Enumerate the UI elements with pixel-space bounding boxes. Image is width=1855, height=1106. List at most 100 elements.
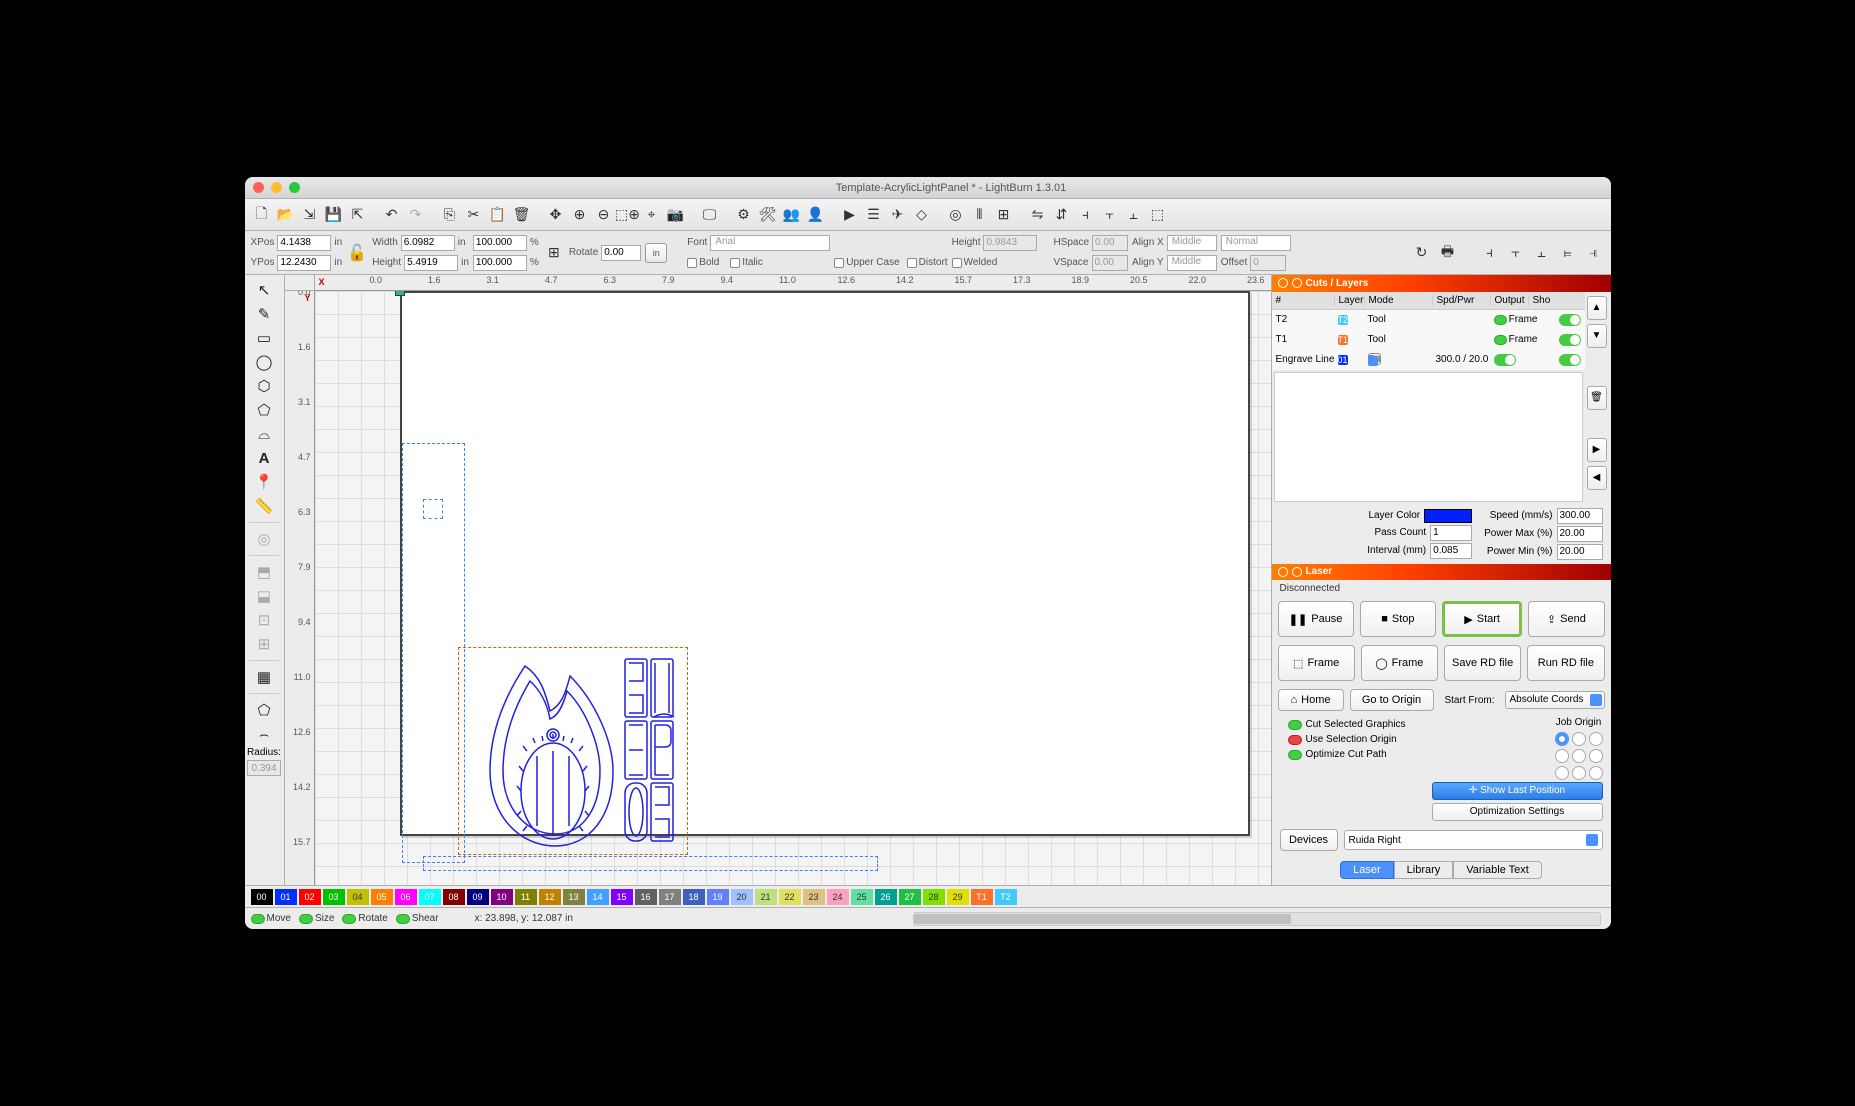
align-dist-icon[interactable]: ⫴ [969,204,991,226]
array-tool-icon[interactable]: ⊞ [250,633,278,655]
send-start-icon[interactable]: ▶ [839,204,861,226]
close-icon[interactable] [253,182,264,193]
save-icon[interactable]: 💾 [323,204,345,226]
anchor-grid-icon[interactable]: ⊞ [543,242,565,264]
palette-swatch[interactable]: T1 [971,889,993,905]
size-toggle[interactable] [299,914,313,924]
align-v-right-icon[interactable]: ⫠ [1531,242,1553,264]
canvas-area[interactable]: X0.01.63.14.76.37.99.411.012.614.215.717… [285,275,1271,885]
device-select[interactable]: Ruida Right [1344,830,1603,850]
boolean-tool-icon[interactable]: ⬓ [250,585,278,607]
bezier-tool-icon[interactable]: ⌓ [250,423,278,445]
palette-swatch[interactable]: 28 [923,889,945,905]
panel-close-icon[interactable] [1278,567,1288,577]
radius-tool2-icon[interactable]: ⌢ [250,723,278,745]
palette-swatch[interactable]: 20 [731,889,753,905]
camera-icon[interactable]: 📷 [665,204,687,226]
send-button[interactable]: ⇪Send [1528,601,1604,637]
horizontal-scrollbar[interactable] [913,912,1601,926]
power-max-input[interactable] [1557,526,1603,542]
delete-icon[interactable]: 🗑 [511,204,533,226]
monitor-icon[interactable]: 🖵 [699,204,721,226]
select-tool-icon[interactable]: ↖ [250,279,278,301]
zoom-in-icon[interactable]: ⊕ [569,204,591,226]
gear-icon[interactable]: ⚙ [733,204,755,226]
bold-checkbox[interactable] [687,258,697,268]
palette-swatch[interactable]: 25 [851,889,873,905]
move-tool-icon[interactable]: ✥ [545,204,567,226]
save-rd-button[interactable]: Save RD file [1444,645,1521,681]
palette-swatch[interactable]: 18 [683,889,705,905]
alignx-select[interactable]: Middle [1167,235,1217,251]
tab-library[interactable]: Library [1394,861,1454,879]
palette-swatch[interactable]: 05 [371,889,393,905]
layer-left-button[interactable]: ◀ [1587,466,1607,490]
rotate-toggle[interactable] [342,914,356,924]
open-icon[interactable]: 📂 [275,204,297,226]
palette-swatch[interactable]: 00 [251,889,273,905]
radius-tool-icon[interactable]: ⬠ [250,699,278,721]
xpos-input[interactable] [277,235,331,251]
show-last-position-button[interactable]: ✛ Show Last Position [1432,782,1603,800]
zoom-icon[interactable] [289,182,300,193]
marker-tool-icon[interactable]: 📍 [250,471,278,493]
path-tool-icon[interactable]: ⬠ [250,399,278,421]
palette-swatch[interactable]: 21 [755,889,777,905]
send-pause-icon[interactable]: ☰ [863,204,885,226]
target-icon[interactable]: ◎ [945,204,967,226]
palette-swatch[interactable]: 16 [635,889,657,905]
send-kite-icon[interactable]: ◇ [911,204,933,226]
artwork[interactable] [465,651,680,851]
palette-swatch[interactable]: 10 [491,889,513,905]
align-v-center-icon[interactable]: ⫟ [1505,242,1527,264]
palette-swatch[interactable]: T2 [995,889,1017,905]
font-select[interactable]: Arial [710,235,830,251]
palette-swatch[interactable]: 19 [707,889,729,905]
palette-swatch[interactable]: 01 [275,889,297,905]
tab-variable-text[interactable]: Variable Text [1453,861,1542,879]
import-icon[interactable]: ⇲ [299,204,321,226]
go-origin-button[interactable]: Go to Origin [1350,689,1434,711]
new-icon[interactable]: 🗋 [251,204,273,226]
polygon-tool-icon[interactable]: ⬡ [250,375,278,397]
align-left-icon[interactable]: ⫞ [1075,204,1097,226]
paste-icon[interactable]: 📋 [487,204,509,226]
distort-checkbox[interactable] [907,258,917,268]
height-input[interactable] [404,255,458,271]
zoom-frame-icon[interactable]: ⬚⊕ [617,204,639,226]
power-min-input[interactable] [1557,544,1603,560]
palette-swatch[interactable]: 12 [539,889,561,905]
frame-rect-button[interactable]: ⬚Frame [1278,645,1355,681]
grid-snap-icon[interactable]: ▦ [250,666,278,688]
interval-input[interactable] [1430,543,1472,559]
minimize-icon[interactable] [271,182,282,193]
tools-icon[interactable]: 🛠 [757,204,779,226]
group-tool-icon[interactable]: ⊡ [250,609,278,631]
rect-tool-icon[interactable]: ▭ [250,327,278,349]
align-v-left-icon[interactable]: ⫞ [1479,242,1501,264]
ellipse-tool-icon[interactable]: ◯ [250,351,278,373]
palette-swatch[interactable]: 11 [515,889,537,905]
tab-laser[interactable]: Laser [1340,861,1394,879]
redo-icon[interactable]: ↷ [405,204,427,226]
array-icon[interactable]: ⊞ [993,204,1015,226]
palette-swatch[interactable]: 09 [467,889,489,905]
palette-swatch[interactable]: 26 [875,889,897,905]
panel-float-icon[interactable] [1292,278,1302,288]
start-from-select[interactable]: Absolute Coords [1505,691,1605,709]
height-pct-input[interactable] [473,255,527,271]
zoom-out-icon[interactable]: ⊖ [593,204,615,226]
palette-swatch[interactable]: 03 [323,889,345,905]
panel-float-icon[interactable] [1292,567,1302,577]
use-selection-toggle[interactable] [1288,735,1302,745]
start-button[interactable]: ▶Start [1442,601,1522,637]
align-center-icon[interactable]: ⫟ [1099,204,1121,226]
palette-swatch[interactable]: 24 [827,889,849,905]
printer-icon[interactable]: 🖶 [1437,242,1459,264]
unit-toggle[interactable]: in [645,243,667,263]
palette-swatch[interactable]: 07 [419,889,441,905]
palette-swatch[interactable]: 14 [587,889,609,905]
palette-swatch[interactable]: 23 [803,889,825,905]
welded-checkbox[interactable] [952,258,962,268]
home-button[interactable]: ⌂Home [1278,689,1344,711]
